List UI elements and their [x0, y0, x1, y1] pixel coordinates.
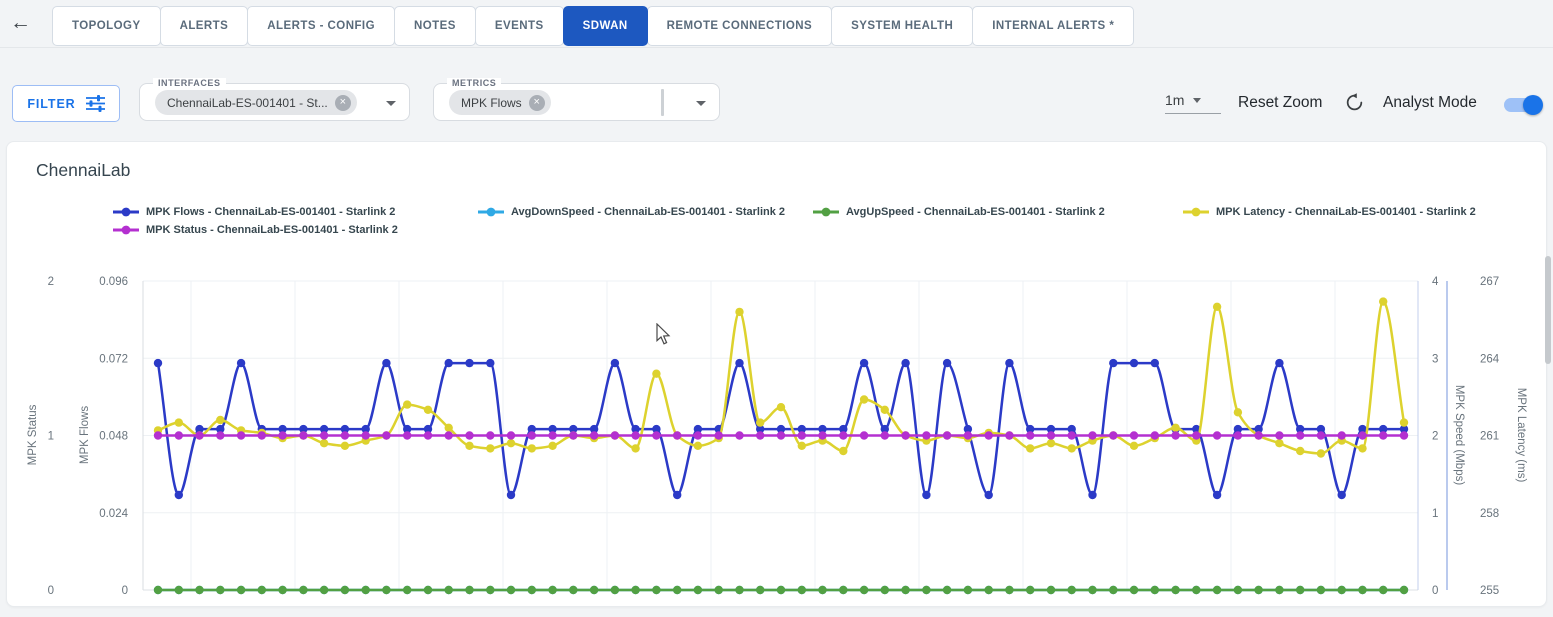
- interfaces-chip-remove-icon[interactable]: ×: [335, 95, 351, 111]
- analyst-mode-label: Analyst Mode: [1383, 94, 1477, 112]
- tab-events[interactable]: EVENTS: [475, 6, 564, 46]
- legend-label: MPK Status - ChennaiLab-ES-001401 - Star…: [146, 224, 398, 236]
- header-divider: [0, 47, 1553, 48]
- legend-label: MPK Latency - ChennaiLab-ES-001401 - Sta…: [1216, 206, 1476, 218]
- time-range-select[interactable]: 1m: [1165, 87, 1221, 114]
- legend-label: AvgDownSpeed - ChennaiLab-ES-001401 - St…: [511, 206, 785, 218]
- tab-alerts-config[interactable]: ALERTS - CONFIG: [247, 6, 395, 46]
- legend-marker-icon: [1183, 207, 1209, 217]
- interfaces-select[interactable]: INTERFACES ChennaiLab-ES-001401 - St... …: [139, 83, 410, 121]
- interfaces-chip[interactable]: ChennaiLab-ES-001401 - St... ×: [155, 90, 357, 115]
- tab-remote-connections[interactable]: REMOTE CONNECTIONS: [647, 6, 832, 46]
- legend-item-mpk-status[interactable]: MPK Status - ChennaiLab-ES-001401 - Star…: [113, 224, 398, 236]
- filter-button[interactable]: FILTER: [12, 85, 120, 122]
- legend-item-avgupspeed[interactable]: AvgUpSpeed - ChennaiLab-ES-001401 - Star…: [813, 206, 1105, 218]
- analyst-mode-toggle[interactable]: [1504, 98, 1541, 112]
- legend-marker-icon: [113, 225, 139, 235]
- legend-label: AvgUpSpeed - ChennaiLab-ES-001401 - Star…: [846, 206, 1105, 218]
- tab-sdwan[interactable]: SDWAN: [563, 6, 648, 46]
- tab-system-health[interactable]: SYSTEM HEALTH: [831, 6, 973, 46]
- interfaces-chip-label: ChennaiLab-ES-001401 - St...: [167, 96, 328, 110]
- tab-bar: TOPOLOGYALERTSALERTS - CONFIGNOTESEVENTS…: [52, 6, 1134, 46]
- toggle-knob: [1523, 95, 1543, 115]
- legend-item-avgdownspeed[interactable]: AvgDownSpeed - ChennaiLab-ES-001401 - St…: [478, 206, 785, 218]
- legend-label: MPK Flows - ChennaiLab-ES-001401 - Starl…: [146, 206, 395, 218]
- interfaces-dropdown-arrow-icon[interactable]: [386, 101, 396, 106]
- text-caret: [661, 89, 664, 116]
- metrics-select[interactable]: METRICS MPK Flows ×: [433, 83, 720, 121]
- tab-internal-alerts[interactable]: INTERNAL ALERTS *: [972, 6, 1134, 46]
- metrics-dropdown-arrow-icon[interactable]: [696, 101, 706, 106]
- legend-marker-icon: [113, 207, 139, 217]
- metrics-chip-label: MPK Flows: [461, 96, 522, 110]
- chart-title: ChennaiLab: [36, 160, 130, 181]
- legend-marker-icon: [478, 207, 504, 217]
- mouse-cursor: [656, 323, 671, 345]
- filter-button-label: FILTER: [27, 97, 75, 111]
- metrics-chip-remove-icon[interactable]: ×: [529, 95, 545, 111]
- legend-item-mpk-latency[interactable]: MPK Latency - ChennaiLab-ES-001401 - Sta…: [1183, 206, 1476, 218]
- vertical-scrollbar[interactable]: [1545, 256, 1551, 364]
- time-range-value: 1m: [1165, 92, 1184, 108]
- reset-zoom-icon[interactable]: [1344, 92, 1365, 118]
- tab-topology[interactable]: TOPOLOGY: [52, 6, 161, 46]
- metrics-label: METRICS: [447, 78, 501, 88]
- tab-notes[interactable]: NOTES: [394, 6, 476, 46]
- metrics-chip[interactable]: MPK Flows ×: [449, 90, 551, 115]
- tune-icon: [86, 95, 105, 112]
- legend-item-mpk-flows[interactable]: MPK Flows - ChennaiLab-ES-001401 - Starl…: [113, 206, 395, 218]
- interfaces-label: INTERFACES: [153, 78, 226, 88]
- tab-alerts[interactable]: ALERTS: [160, 6, 249, 46]
- legend-marker-icon: [813, 207, 839, 217]
- reset-zoom-button[interactable]: Reset Zoom: [1238, 94, 1322, 112]
- time-range-caret-icon: [1193, 98, 1201, 103]
- back-arrow-icon[interactable]: ←: [10, 12, 31, 34]
